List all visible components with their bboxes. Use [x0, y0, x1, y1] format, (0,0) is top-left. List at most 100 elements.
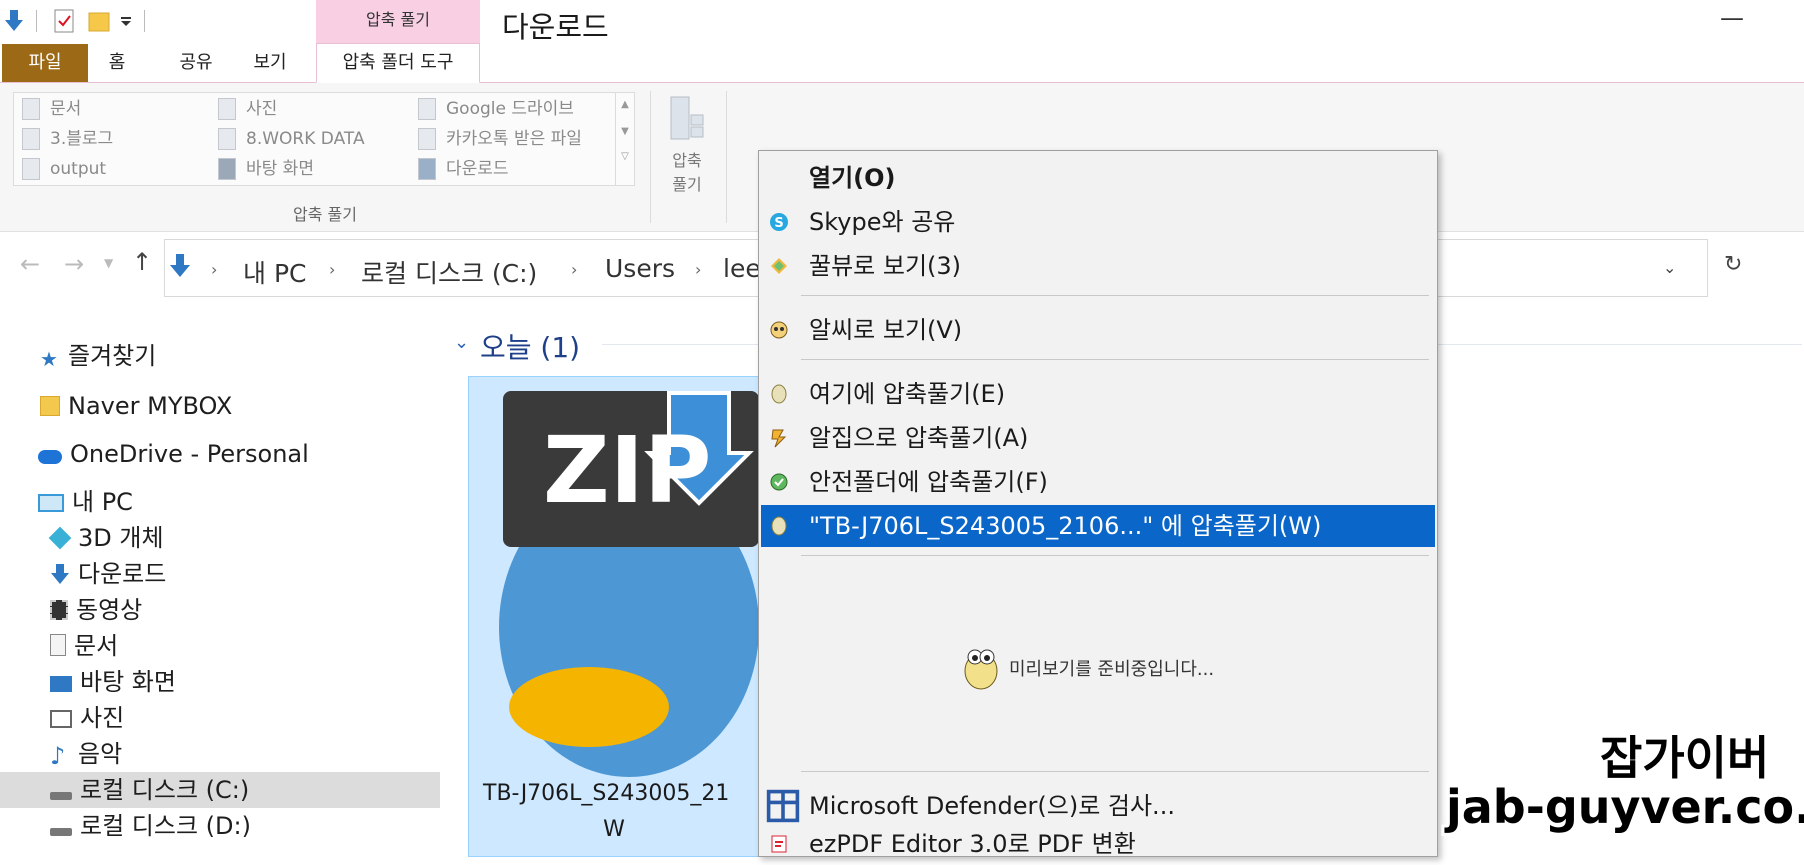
title-bar: 압축 풀기 다운로드 —: [0, 0, 1804, 44]
music-note-icon: ♪: [50, 742, 66, 770]
folder-icon: [22, 158, 40, 180]
nav-naver-mybox[interactable]: Naver MYBOX: [0, 388, 440, 424]
back-button[interactable]: ←: [20, 250, 40, 278]
bandizip-egg-icon: [771, 516, 787, 536]
scroll-down-icon[interactable]: ▼: [616, 126, 634, 137]
tab-view[interactable]: 보기: [240, 44, 300, 82]
nav-pictures[interactable]: 사진: [0, 700, 440, 736]
menu-item-safe-folder-extract[interactable]: 안전폴더에 압축풀기(F): [761, 461, 1435, 503]
gallery-expand-icon[interactable]: ▽: [616, 151, 634, 162]
svg-text:S: S: [774, 216, 783, 231]
preview-panel: 미리보기를 준비중입니다...: [959, 641, 1299, 691]
tab-compressed-folder-tools[interactable]: 압축 폴더 도구: [316, 43, 480, 83]
menu-item-skype-share[interactable]: S Skype와 공유: [761, 201, 1435, 243]
scroll-up-icon[interactable]: ▲: [616, 99, 634, 110]
file-tile[interactable]: ZIP TB-J706L_S243005_21 W: [468, 376, 760, 857]
extract-all-button[interactable]: 압축 풀기: [664, 95, 710, 195]
ribbon-group-label: 압축 풀기: [293, 205, 357, 224]
bandizip-egg-icon: [771, 384, 787, 404]
address-dropdown-icon[interactable]: ⌄: [1663, 258, 1676, 277]
minimize-button[interactable]: —: [1720, 4, 1744, 32]
tab-share[interactable]: 공유: [166, 44, 226, 82]
download-arrow-icon[interactable]: [4, 10, 24, 32]
gallery-item-work-data[interactable]: 8.WORK DATA: [218, 125, 365, 153]
navigation-pane: ★ 즐겨찾기 Naver MYBOX OneDrive - Personal 내 …: [0, 302, 442, 855]
group-header[interactable]: 오늘 (1): [480, 326, 580, 366]
context-menu: 열기(O) S Skype와 공유 꿀뷰로 보기(3) 알씨로 보기(V) 여기에…: [758, 150, 1438, 858]
file-name: TB-J706L_S243005_21: [483, 781, 730, 806]
document-icon: [50, 634, 66, 656]
group-collapse-icon[interactable]: ⌄: [454, 332, 469, 353]
menu-item-alzip-extract[interactable]: 알집으로 압축풀기(A): [761, 417, 1435, 459]
recent-locations-icon[interactable]: ▼: [104, 256, 113, 270]
context-tab-header: 압축 풀기: [316, 0, 480, 44]
tab-home[interactable]: 홈: [92, 44, 142, 82]
menu-item-defender-scan[interactable]: Microsoft Defender(으)로 검사...: [761, 785, 1435, 827]
nav-downloads[interactable]: 다운로드: [0, 556, 440, 592]
document-icon: [22, 98, 40, 120]
nav-this-pc[interactable]: 내 PC: [0, 484, 440, 520]
gallery-item-pictures[interactable]: 사진: [218, 95, 277, 123]
breadcrumb-user-folder[interactable]: lee: [723, 254, 761, 283]
gallery-item-blog[interactable]: 3.블로그: [22, 125, 113, 153]
extract-destination-gallery: 문서 3.블로그 output 사진 8.WORK DATA 바탕 화면 Goo…: [13, 92, 635, 186]
ribbon-tabs: 파일 홈 공유 보기 압축 폴더 도구: [0, 43, 1804, 83]
safe-folder-icon: [770, 473, 788, 491]
menu-item-honeyview[interactable]: 꿀뷰로 보기(3): [761, 245, 1435, 287]
properties-checklist-icon[interactable]: [54, 9, 74, 33]
mascot-icon: [964, 649, 998, 690]
menu-item-ezpdf-convert[interactable]: ezPDF Editor 3.0로 PDF 변환: [761, 823, 1435, 865]
cube-icon: [48, 526, 72, 550]
breadcrumb-this-pc[interactable]: 내 PC: [243, 254, 306, 290]
gallery-item-desktop[interactable]: 바탕 화면: [218, 155, 314, 183]
alzip-icon: [771, 429, 787, 448]
menu-item-open[interactable]: 열기(O): [761, 157, 1435, 199]
window-title: 다운로드: [502, 10, 609, 44]
breadcrumb-users[interactable]: Users: [605, 254, 675, 283]
chevron-down-icon[interactable]: [120, 16, 132, 26]
folder-icon: [418, 128, 436, 150]
download-arrow-icon: [170, 254, 190, 277]
menu-item-extract-here[interactable]: 여기에 압축풀기(E): [761, 373, 1435, 415]
nav-3d-objects[interactable]: 3D 개체: [0, 520, 440, 556]
breadcrumb-separator-icon: ›: [695, 260, 702, 279]
watermark-url: jab-guyver.co.kr: [1446, 780, 1804, 834]
gallery-scrollbar[interactable]: ▲ ▼ ▽: [615, 93, 634, 185]
folder-icon: [418, 98, 436, 120]
nav-music[interactable]: ♪ 음악: [0, 736, 440, 772]
gallery-item-output[interactable]: output: [22, 155, 106, 183]
nav-documents[interactable]: 문서: [0, 628, 440, 664]
watermark-title: 잡가이버: [1600, 731, 1770, 785]
new-folder-icon[interactable]: [88, 9, 110, 33]
download-arrow-icon: [418, 158, 436, 180]
menu-item-extract-to-folder[interactable]: "TB-J706L_S243005_2106..." 에 압축풀기(W): [761, 505, 1435, 547]
breadcrumb-local-disk-c[interactable]: 로컬 디스크 (C:): [361, 254, 537, 290]
gallery-item-documents[interactable]: 문서: [22, 95, 81, 123]
gallery-item-google-drive[interactable]: Google 드라이브: [418, 95, 574, 123]
nav-local-disk-c[interactable]: 로컬 디스크 (C:): [0, 772, 440, 808]
desktop-icon: [218, 158, 236, 180]
nav-videos[interactable]: 동영상: [0, 592, 440, 628]
download-arrow-icon: [51, 564, 69, 584]
tab-file[interactable]: 파일: [2, 44, 88, 82]
alsee-icon: [770, 321, 788, 339]
honeyview-icon: [771, 258, 787, 274]
refresh-button[interactable]: ↻: [1724, 252, 1742, 277]
forward-button[interactable]: →: [64, 250, 84, 278]
desktop-icon: [50, 676, 72, 692]
menu-item-alsee[interactable]: 알씨로 보기(V): [761, 309, 1435, 351]
gallery-item-kakaotalk[interactable]: 카카오톡 받은 파일: [418, 125, 582, 153]
nav-local-disk-d[interactable]: 로컬 디스크 (D:): [0, 808, 440, 844]
mybox-icon: [40, 396, 60, 416]
breadcrumb-separator-icon: ›: [211, 260, 218, 279]
zip-archive-icon: [670, 96, 704, 140]
nav-quick-access[interactable]: ★ 즐겨찾기: [0, 338, 440, 374]
preview-text: 미리보기를 준비중입니다...: [1009, 659, 1215, 680]
up-button[interactable]: ↑: [132, 248, 152, 276]
film-icon: [50, 600, 68, 620]
nav-desktop[interactable]: 바탕 화면: [0, 664, 440, 700]
cloud-icon: [38, 450, 62, 464]
nav-onedrive[interactable]: OneDrive - Personal: [0, 436, 440, 472]
file-name-continued: W: [603, 817, 625, 842]
gallery-item-downloads[interactable]: 다운로드: [418, 155, 509, 183]
